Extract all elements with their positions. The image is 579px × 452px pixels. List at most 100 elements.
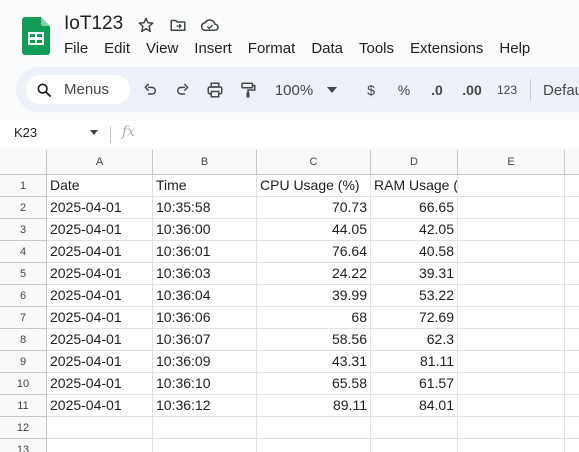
table-cell[interactable]: 39.99 [257, 285, 371, 307]
zoom-select[interactable]: 100% [272, 79, 316, 101]
table-cell[interactable]: 10:36:07 [153, 329, 257, 351]
table-cell[interactable]: 2025-04-01 [47, 219, 153, 241]
name-box-chevron-down-icon[interactable] [90, 130, 98, 135]
row-header-8[interactable]: 8 [0, 329, 47, 351]
table-cell[interactable] [565, 439, 579, 452]
table-cell[interactable] [458, 439, 565, 452]
table-cell[interactable]: 65.58 [257, 373, 371, 395]
column-header-a[interactable]: A [47, 150, 153, 175]
table-cell[interactable] [458, 417, 565, 439]
table-cell[interactable]: 66.65 [371, 197, 458, 219]
table-cell[interactable]: 68 [257, 307, 371, 329]
column-title-cell[interactable]: CPU Usage (%) [257, 175, 371, 197]
increase-decimal-button[interactable]: .00 [459, 79, 485, 101]
table-cell[interactable] [153, 439, 257, 452]
table-cell[interactable]: 40.58 [371, 241, 458, 263]
table-cell[interactable] [458, 285, 565, 307]
font-select[interactable]: Defau [543, 79, 579, 101]
table-cell[interactable] [565, 219, 579, 241]
table-cell[interactable] [458, 175, 565, 197]
menu-insert[interactable]: Insert [194, 40, 238, 58]
menu-format[interactable]: Format [248, 40, 302, 58]
menu-file[interactable]: File [64, 40, 94, 58]
table-cell[interactable]: 89.11 [257, 395, 371, 417]
table-cell[interactable]: 2025-04-01 [47, 285, 153, 307]
table-cell[interactable]: 2025-04-01 [47, 395, 153, 417]
currency-format-button[interactable]: $ [364, 79, 378, 101]
table-cell[interactable]: 39.31 [371, 263, 458, 285]
more-formats-button[interactable]: 123 [495, 79, 519, 101]
table-cell[interactable]: 10:35:58 [153, 197, 257, 219]
table-cell[interactable]: 44.05 [257, 219, 371, 241]
table-cell[interactable]: 2025-04-01 [47, 373, 153, 395]
table-cell[interactable]: 43.31 [257, 351, 371, 373]
table-cell[interactable] [371, 439, 458, 452]
table-cell[interactable]: 10:36:12 [153, 395, 257, 417]
table-cell[interactable]: 53.22 [371, 285, 458, 307]
paint-format-icon[interactable] [238, 79, 258, 101]
search-menus-button[interactable]: Menus [26, 75, 130, 104]
row-header-11[interactable]: 11 [0, 395, 47, 417]
table-cell[interactable]: 76.64 [257, 241, 371, 263]
table-cell[interactable]: 2025-04-01 [47, 351, 153, 373]
table-cell[interactable]: 10:36:00 [153, 219, 257, 241]
name-box[interactable]: K23 [14, 125, 37, 140]
table-cell[interactable] [565, 329, 579, 351]
table-cell[interactable] [458, 241, 565, 263]
table-cell[interactable] [565, 373, 579, 395]
table-cell[interactable] [257, 439, 371, 452]
sheets-logo-icon[interactable] [22, 17, 50, 55]
table-cell[interactable]: 81.11 [371, 351, 458, 373]
table-cell[interactable] [153, 417, 257, 439]
table-cell[interactable] [47, 439, 153, 452]
column-header-b[interactable]: B [153, 150, 257, 175]
table-cell[interactable]: 10:36:06 [153, 307, 257, 329]
menu-help[interactable]: Help [499, 40, 536, 58]
column-header-f[interactable] [565, 150, 579, 175]
table-cell[interactable]: 2025-04-01 [47, 307, 153, 329]
menu-extensions[interactable]: Extensions [410, 40, 489, 58]
table-cell[interactable] [565, 307, 579, 329]
table-cell[interactable]: 2025-04-01 [47, 263, 153, 285]
table-cell[interactable]: 62.3 [371, 329, 458, 351]
table-cell[interactable]: 10:36:04 [153, 285, 257, 307]
row-header-9[interactable]: 9 [0, 351, 47, 373]
print-icon[interactable] [205, 79, 225, 101]
row-header-6[interactable]: 6 [0, 285, 47, 307]
row-header-4[interactable]: 4 [0, 241, 47, 263]
row-header-10[interactable]: 10 [0, 373, 47, 395]
table-cell[interactable] [565, 285, 579, 307]
menu-tools[interactable]: Tools [359, 40, 400, 58]
decrease-decimal-button[interactable]: .0 [426, 79, 448, 101]
row-header-3[interactable]: 3 [0, 219, 47, 241]
table-cell[interactable]: 58.56 [257, 329, 371, 351]
table-cell[interactable]: 2025-04-01 [47, 329, 153, 351]
table-cell[interactable] [458, 395, 565, 417]
table-cell[interactable] [371, 417, 458, 439]
table-cell[interactable]: 10:36:09 [153, 351, 257, 373]
row-header-2[interactable]: 2 [0, 197, 47, 219]
column-header-d[interactable]: D [371, 150, 458, 175]
table-cell[interactable]: 10:36:10 [153, 373, 257, 395]
table-cell[interactable] [565, 197, 579, 219]
row-header-7[interactable]: 7 [0, 307, 47, 329]
menu-edit[interactable]: Edit [104, 40, 136, 58]
table-cell[interactable]: 70.73 [257, 197, 371, 219]
column-header-c[interactable]: C [257, 150, 371, 175]
table-cell[interactable]: 72.69 [371, 307, 458, 329]
menu-view[interactable]: View [146, 40, 184, 58]
table-cell[interactable]: 42.05 [371, 219, 458, 241]
table-cell[interactable]: 84.01 [371, 395, 458, 417]
column-title-cell[interactable]: Date [47, 175, 153, 197]
table-cell[interactable] [565, 241, 579, 263]
table-cell[interactable] [565, 263, 579, 285]
table-cell[interactable] [458, 219, 565, 241]
column-header-e[interactable]: E [458, 150, 565, 175]
table-cell[interactable] [565, 351, 579, 373]
table-cell[interactable]: 61.57 [371, 373, 458, 395]
table-cell[interactable] [458, 307, 565, 329]
percent-format-button[interactable]: % [396, 79, 412, 101]
redo-icon[interactable] [173, 79, 193, 101]
table-cell[interactable] [565, 417, 579, 439]
table-cell[interactable] [47, 417, 153, 439]
